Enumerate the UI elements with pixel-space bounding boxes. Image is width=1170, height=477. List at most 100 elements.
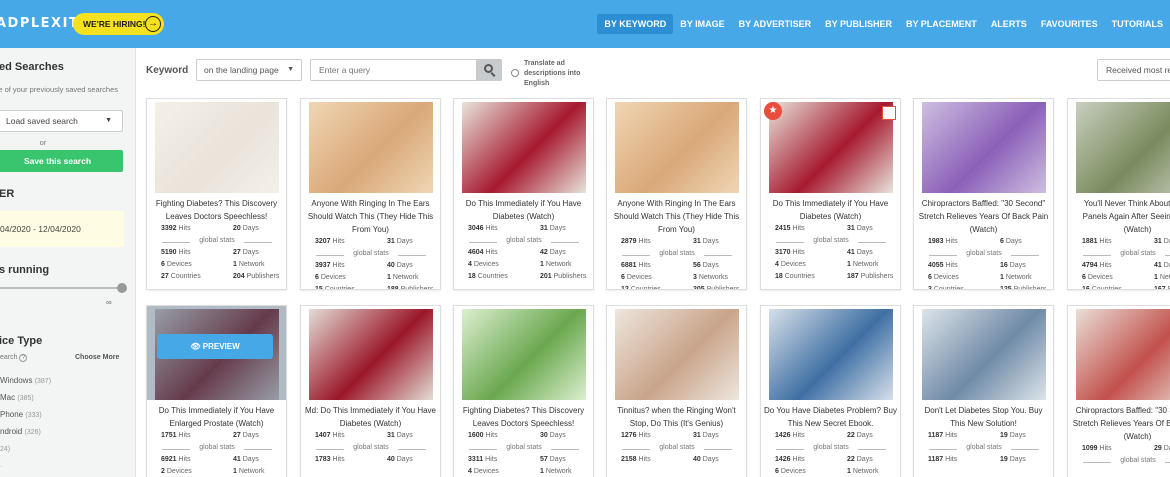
ad-card[interactable]: Do This Immediately if You Have Diabetes… — [453, 98, 594, 290]
hiring-badge[interactable]: WE'RE HIRING! → — [73, 13, 164, 35]
ad-title[interactable]: Do This Immediately if You Have Diabetes… — [457, 197, 590, 223]
networks-stat: 1 Network — [847, 261, 879, 268]
nav-by-publisher[interactable]: BY PUBLISHER — [818, 14, 899, 34]
nav-tutorials[interactable]: TUTORIALS — [1105, 14, 1170, 34]
ad-thumbnail[interactable] — [309, 102, 433, 193]
ad-title[interactable]: Chiropractors Baffled: "30 Second" Stret… — [1071, 404, 1170, 443]
ad-card[interactable]: Chiropractors Baffled: "30 Second" Stret… — [1067, 305, 1170, 477]
device-option-windows[interactable]: Windows (387) — [0, 376, 51, 385]
ad-thumbnail[interactable] — [922, 102, 1046, 193]
ad-title[interactable]: Don't Let Diabetes Stop You. Buy This Ne… — [917, 404, 1050, 430]
device-option-iphone[interactable]: Phone (333) — [0, 410, 42, 419]
networks-stat: 3 Networks — [693, 274, 729, 281]
publishers-stat-value: 187 — [847, 273, 859, 280]
days-stat-value: 31 — [387, 238, 395, 245]
global-stats-divider: global stats — [776, 444, 886, 454]
ad-thumbnail[interactable] — [615, 309, 739, 400]
ad-card[interactable]: Md: Do This Immediately if You Have Diab… — [300, 305, 441, 477]
global-hits-stat-value: 3170 — [775, 249, 791, 256]
keyword-scope-select[interactable]: on the landing page ▼ — [196, 59, 302, 81]
sort-select[interactable]: Received most recently — [1097, 59, 1170, 81]
choose-more-link[interactable]: Choose More — [75, 354, 119, 361]
device-name: Phone — [0, 410, 24, 419]
ad-title[interactable]: Do This Immediately if You Have Enlarged… — [150, 404, 283, 430]
ad-title[interactable]: Do This Immediately if You Have Diabetes… — [764, 197, 897, 223]
ad-thumbnail[interactable] — [309, 309, 433, 400]
ad-card[interactable]: Don't Let Diabetes Stop You. Buy This Ne… — [913, 305, 1054, 477]
ad-card[interactable]: Anyone With Ringing In The Ears Should W… — [606, 98, 747, 290]
ad-title[interactable]: Fighting Diabetes? This Discovery Leaves… — [457, 404, 590, 430]
ad-card[interactable]: Fighting Diabetes? This Discovery Leaves… — [453, 305, 594, 477]
publishers-stat-value: 201 — [540, 273, 552, 280]
devices-stat-value: 6 — [161, 261, 165, 268]
nav-alerts[interactable]: ALERTS — [984, 14, 1034, 34]
global-days-stat-value: 41 — [847, 249, 855, 256]
ad-card[interactable]: Anyone With Ringing In The Ears Should W… — [300, 98, 441, 290]
global-hits-stat-value: 1783 — [315, 456, 331, 463]
hits-stat-value: 1881 — [1082, 238, 1098, 245]
device-count: · — [0, 463, 3, 470]
countries-stat: 3 Countries — [928, 286, 964, 289]
days-stat-value: 30 — [540, 432, 548, 439]
devices-stat-value: 6 — [928, 274, 932, 281]
save-search-button[interactable]: Save this search — [0, 150, 123, 172]
ad-thumbnail[interactable] — [155, 102, 279, 193]
device-option-more[interactable]: · — [0, 461, 2, 470]
ad-card[interactable]: Chiropractors Baffled: "30 Second" Stret… — [913, 98, 1054, 290]
select-checkbox[interactable] — [882, 106, 896, 120]
global-stats-divider: global stats — [316, 444, 426, 454]
ad-title[interactable]: Anyone With Ringing In The Ears Should W… — [304, 197, 437, 236]
networks-stat: 1 Network — [847, 468, 879, 475]
search-button[interactable] — [476, 59, 502, 81]
device-option-other[interactable]: 24) — [0, 444, 10, 453]
ad-title[interactable]: Tinnitus? when the Ringing Won't Stop, D… — [610, 404, 743, 430]
hits-stat-value: 2879 — [621, 238, 637, 245]
nav-by-advertiser[interactable]: BY ADVERTISER — [732, 14, 819, 34]
ad-thumbnail[interactable] — [769, 102, 893, 193]
ad-thumbnail[interactable] — [1076, 309, 1170, 400]
networks-stat: 1 Network — [233, 261, 265, 268]
publishers-stat: 201 Publishers — [540, 273, 587, 280]
devices-stat-value: 6 — [1082, 274, 1086, 281]
global-stats-divider: global stats — [316, 250, 426, 260]
devices-stat: 6 Devices — [1082, 274, 1113, 281]
ad-title[interactable]: You'll Never Think About Solar Panels Ag… — [1071, 197, 1170, 236]
ad-thumbnail[interactable] — [462, 102, 586, 193]
ad-thumbnail[interactable] — [1076, 102, 1170, 193]
ad-thumbnail[interactable] — [615, 102, 739, 193]
networks-stat: 1 Network — [540, 261, 572, 268]
query-input[interactable] — [310, 59, 477, 81]
nav-by-keyword[interactable]: BY KEYWORD — [597, 14, 674, 34]
ad-card[interactable]: Tinnitus? when the Ringing Won't Stop, D… — [606, 305, 747, 477]
date-range-field[interactable]: 04/2020 - 12/04/2020 — [0, 211, 124, 247]
networks-stat: 1 Network — [1154, 274, 1170, 281]
preview-button[interactable]: 👁 PREVIEW — [157, 334, 273, 359]
load-saved-search-select[interactable]: Load saved search ▼ — [0, 110, 123, 132]
ad-card[interactable]: 👁 PREVIEW Do This Immediately if You Have… — [146, 305, 287, 477]
ad-thumbnail[interactable] — [922, 309, 1046, 400]
ad-title[interactable]: Do You Have Diabetes Problem? Buy This N… — [764, 404, 897, 430]
nav-by-placement[interactable]: BY PLACEMENT — [899, 14, 984, 34]
ad-title[interactable]: Chiropractors Baffled: "30 Second" Stret… — [917, 197, 1050, 236]
ad-card[interactable]: ★ Do This Immediately if You Have Diabete… — [760, 98, 901, 290]
help-icon[interactable]: ? — [19, 354, 28, 362]
device-option-mac[interactable]: Mac (385) — [0, 393, 34, 402]
publishers-stat: 188 Publishers — [387, 286, 433, 289]
global-hits-stat-value: 6921 — [161, 456, 177, 463]
days-running-slider-track[interactable] — [0, 287, 122, 289]
ad-card[interactable]: Fighting Diabetes? This Discovery Leaves… — [146, 98, 287, 290]
favourite-star-icon[interactable]: ★ — [764, 102, 782, 120]
nav-by-image[interactable]: BY IMAGE — [673, 14, 731, 34]
days-running-slider-handle[interactable] — [117, 283, 127, 293]
ad-title[interactable]: Fighting Diabetes? This Discovery Leaves… — [150, 197, 283, 223]
ad-title[interactable]: Anyone With Ringing In The Ears Should W… — [610, 197, 743, 236]
ad-thumbnail[interactable] — [462, 309, 586, 400]
translate-checkbox[interactable] — [511, 69, 519, 77]
ad-thumbnail[interactable] — [769, 309, 893, 400]
ad-card[interactable]: Do You Have Diabetes Problem? Buy This N… — [760, 305, 901, 477]
ad-title[interactable]: Md: Do This Immediately if You Have Diab… — [304, 404, 437, 430]
hits-stat: 3207 Hits — [315, 238, 345, 245]
ad-card[interactable]: You'll Never Think About Solar Panels Ag… — [1067, 98, 1170, 290]
device-option-android[interactable]: ndroid (326) — [0, 427, 41, 436]
nav-favourites[interactable]: FAVOURITES — [1034, 14, 1105, 34]
